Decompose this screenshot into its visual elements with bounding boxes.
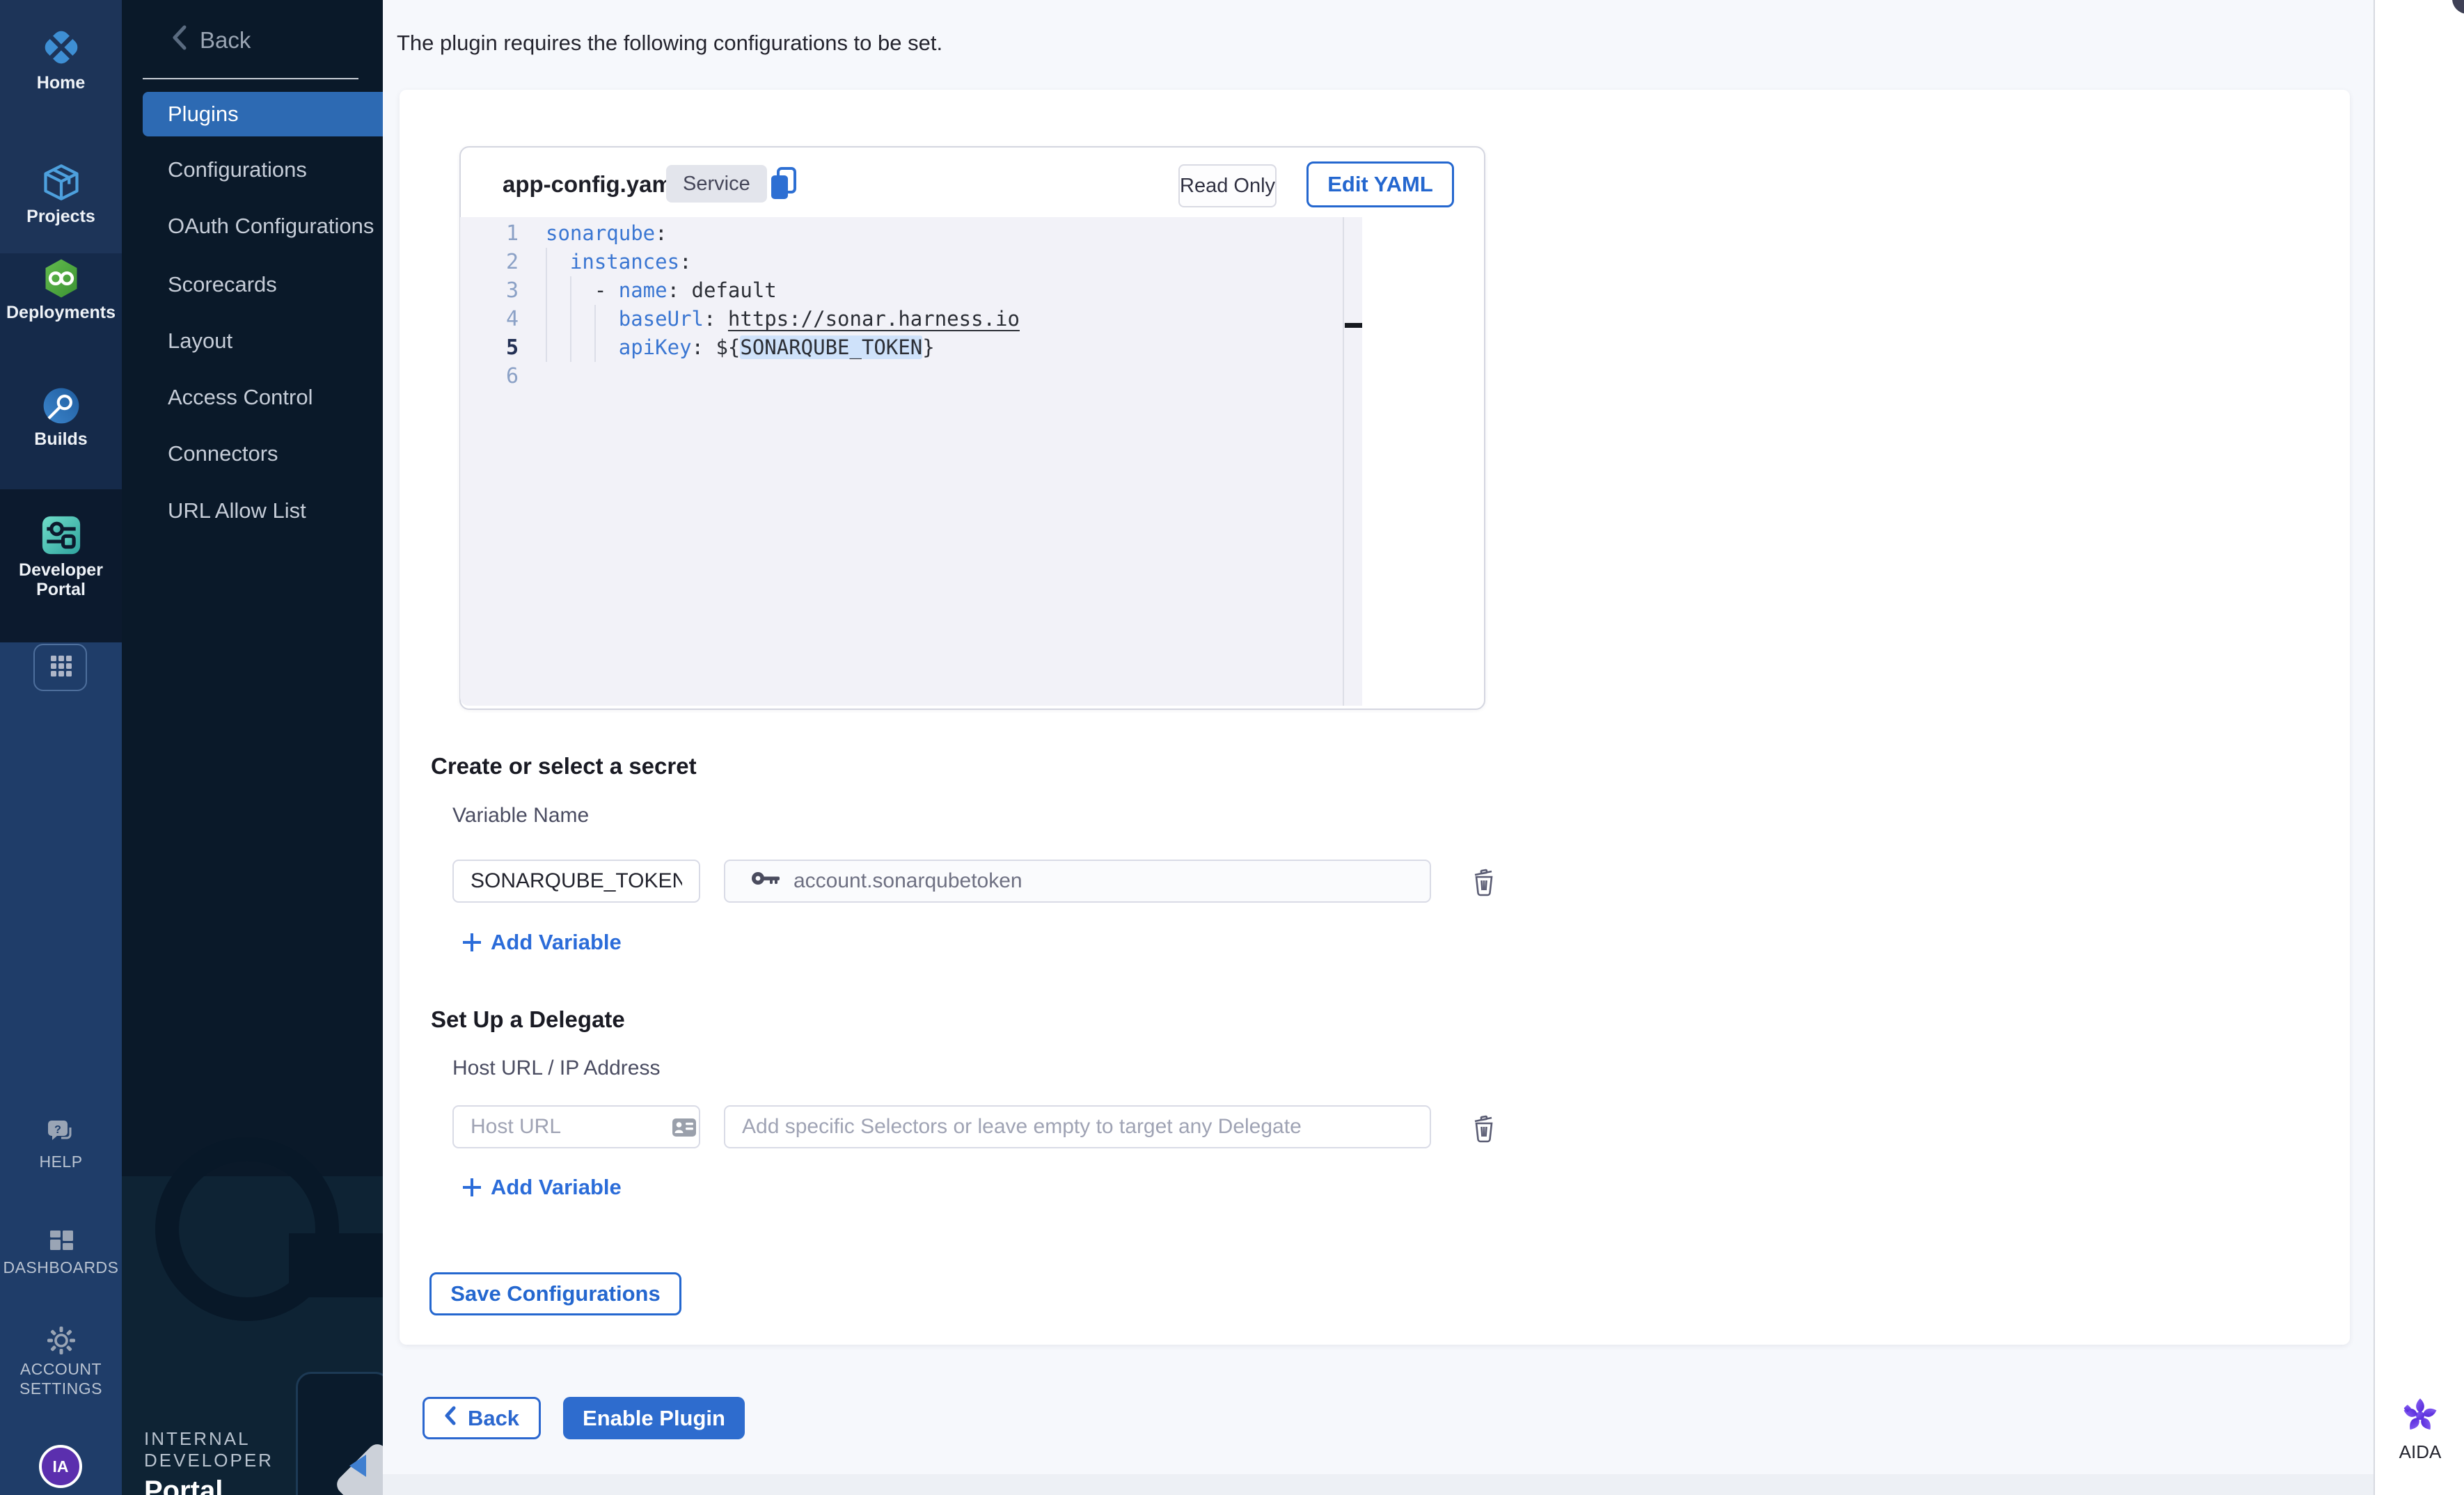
settings-sidebar: Back Plugins Configurations OAuth Config… — [122, 0, 383, 1495]
add-variable-link-delegate[interactable]: Add Variable — [463, 1175, 622, 1200]
key-icon — [750, 869, 781, 893]
module-picker-button[interactable] — [0, 654, 122, 681]
delegate-section-title: Set Up a Delegate — [431, 1006, 625, 1033]
back-label: Back — [200, 27, 251, 54]
sidebar-item-scorecards[interactable]: Scorecards — [143, 264, 383, 306]
service-badge: Service — [666, 165, 767, 203]
brand-line2: Portal — [144, 1476, 383, 1495]
yaml-filename: app-config.yaml — [503, 171, 679, 198]
add-variable-label: Add Variable — [491, 930, 622, 955]
copy-icon[interactable] — [767, 166, 799, 207]
rail-item-builds[interactable]: Builds — [0, 386, 122, 449]
indent-guide — [594, 305, 596, 362]
sidebar-item-label: Access Control — [168, 385, 313, 410]
editor-code[interactable]: sonarqube: instances: - name: default ba… — [460, 219, 1343, 390]
rail-item-dashboards[interactable]: DASHBOARDS — [0, 1226, 122, 1277]
developer-portal-icon — [0, 514, 122, 560]
variable-name-input[interactable] — [452, 860, 700, 903]
back-button-label: Back — [468, 1406, 519, 1431]
sidebar-item-url-allow-list[interactable]: URL Allow List — [143, 490, 383, 532]
rail-item-label: HELP — [0, 1152, 122, 1171]
user-avatar[interactable]: IA — [39, 1445, 82, 1488]
delete-delegate-row-button[interactable] — [1469, 1112, 1499, 1146]
sidebar-item-label: Scorecards — [168, 272, 277, 297]
sidebar-item-label: URL Allow List — [168, 498, 306, 523]
add-variable-link-secret[interactable]: Add Variable — [463, 930, 622, 955]
brand: INTERNAL DEVELOPER Portal — [144, 1428, 383, 1495]
rail-item-label: SETTINGS — [0, 1379, 122, 1398]
harness-home-icon — [0, 25, 122, 73]
secret-reference-value: account.sonarqubetoken — [793, 869, 1022, 893]
sidebar-item-label: Layout — [168, 329, 232, 354]
avatar-initials: IA — [53, 1457, 69, 1476]
rail-item-account-settings[interactable]: ACCOUNT SETTINGS — [0, 1325, 122, 1398]
sidebar-item-label: OAuth Configurations — [168, 214, 374, 239]
brand-line1: INTERNAL DEVELOPER — [144, 1428, 383, 1471]
projects-cube-icon — [0, 161, 122, 207]
rail-item-help[interactable]: ? HELP — [0, 1116, 122, 1171]
host-url-label: Host URL / IP Address — [452, 1057, 660, 1080]
plus-icon — [463, 1178, 481, 1196]
rail-item-home[interactable]: Home — [0, 25, 122, 93]
rail-item-label: DASHBOARDS — [0, 1258, 122, 1277]
rail-item-label: Projects — [0, 207, 122, 226]
aida-flower-icon — [2402, 1425, 2438, 1437]
indent-guide — [570, 276, 571, 362]
save-configurations-button[interactable]: Save Configurations — [429, 1272, 681, 1315]
gear-icon — [0, 1325, 122, 1359]
right-panel-strip — [2374, 0, 2464, 1495]
footer-band — [383, 1474, 2374, 1495]
editor-scrollbar-marker — [1345, 323, 1362, 328]
sidebar-item-oauth-configurations[interactable]: OAuth Configurations — [143, 205, 383, 247]
sidebar-item-plugins[interactable]: Plugins — [143, 92, 383, 136]
read-only-badge: Read Only — [1178, 164, 1277, 207]
deployments-cd-icon — [0, 258, 122, 303]
chevron-left-icon — [444, 1406, 457, 1431]
sidebar-divider — [143, 78, 358, 79]
secret-reference-field[interactable]: account.sonarqubetoken — [724, 860, 1431, 903]
grid-icon — [0, 654, 122, 681]
sidebar-back-button[interactable]: Back — [171, 24, 251, 56]
aida-assistant-button[interactable]: AIDA — [2389, 1398, 2451, 1463]
secret-section-title: Create or select a secret — [431, 753, 697, 780]
aida-label: AIDA — [2389, 1441, 2451, 1463]
host-url-input[interactable] — [452, 1105, 700, 1148]
dashboards-icon — [0, 1226, 122, 1258]
sidebar-item-label: Connectors — [168, 441, 278, 466]
add-variable-label: Add Variable — [491, 1175, 622, 1200]
sidebar-item-layout[interactable]: Layout — [143, 320, 383, 362]
rail-item-label: Builds — [0, 429, 122, 449]
rail-item-label: ACCOUNT — [0, 1359, 122, 1379]
sidebar-item-label: Plugins — [168, 102, 239, 127]
back-button[interactable]: Back — [422, 1397, 541, 1439]
plus-icon — [463, 933, 481, 951]
edit-yaml-button[interactable]: Edit YAML — [1306, 161, 1454, 207]
builds-ci-icon — [0, 386, 122, 429]
rail-item-projects[interactable]: Projects — [0, 161, 122, 226]
module-rail: Home Projects Deployments Builds Develop — [0, 0, 122, 1495]
chevron-left-icon — [171, 24, 189, 56]
delete-variable-button[interactable] — [1469, 866, 1499, 899]
rail-item-label: Home — [0, 73, 122, 93]
rail-item-deployments[interactable]: Deployments — [0, 258, 122, 322]
sidebar-item-label: Configurations — [168, 157, 307, 182]
delegate-selector-input[interactable] — [724, 1105, 1431, 1148]
sidebar-item-configurations[interactable]: Configurations — [143, 149, 383, 191]
intro-text: The plugin requires the following config… — [397, 31, 942, 56]
variable-name-label: Variable Name — [452, 804, 589, 828]
sidebar-item-access-control[interactable]: Access Control — [143, 377, 383, 418]
sidebar-item-connectors[interactable]: Connectors — [143, 433, 383, 475]
indent-guide — [546, 248, 547, 362]
rail-item-label: Developer Portal — [16, 560, 106, 599]
rail-item-developer-portal[interactable]: Developer Portal — [0, 514, 122, 599]
sidebar-illustration-band — [289, 1233, 383, 1297]
editor-scrollbar-track[interactable] — [1343, 217, 1344, 706]
svg-text:?: ? — [54, 1124, 61, 1136]
app-window: Home Projects Deployments Builds Develop — [0, 0, 2464, 1495]
help-chat-icon: ? — [0, 1116, 122, 1152]
rail-item-label: Deployments — [0, 303, 122, 322]
enable-plugin-button[interactable]: Enable Plugin — [563, 1397, 745, 1439]
